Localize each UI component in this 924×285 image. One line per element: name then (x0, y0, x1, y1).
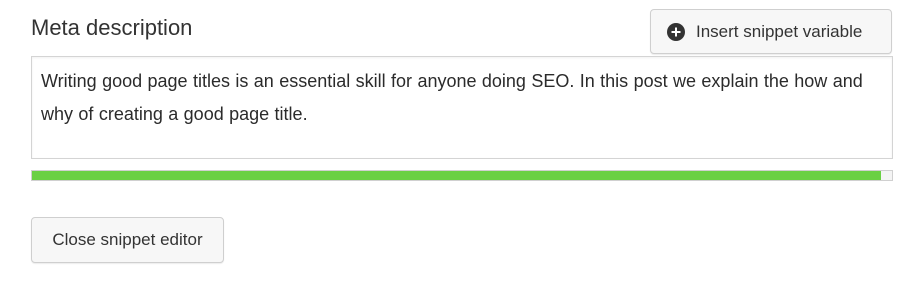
progress-fill (32, 171, 881, 180)
meta-description-textarea[interactable]: Writing good page titles is an essential… (31, 56, 893, 159)
plus-circle-icon (667, 22, 685, 41)
meta-description-label: Meta description (31, 15, 193, 40)
insert-snippet-variable-button[interactable]: Insert snippet variable (650, 9, 892, 54)
insert-snippet-variable-label: Insert snippet variable (696, 21, 863, 41)
close-snippet-editor-button[interactable]: Close snippet editor (31, 217, 224, 263)
meta-description-length-progress (31, 170, 893, 181)
